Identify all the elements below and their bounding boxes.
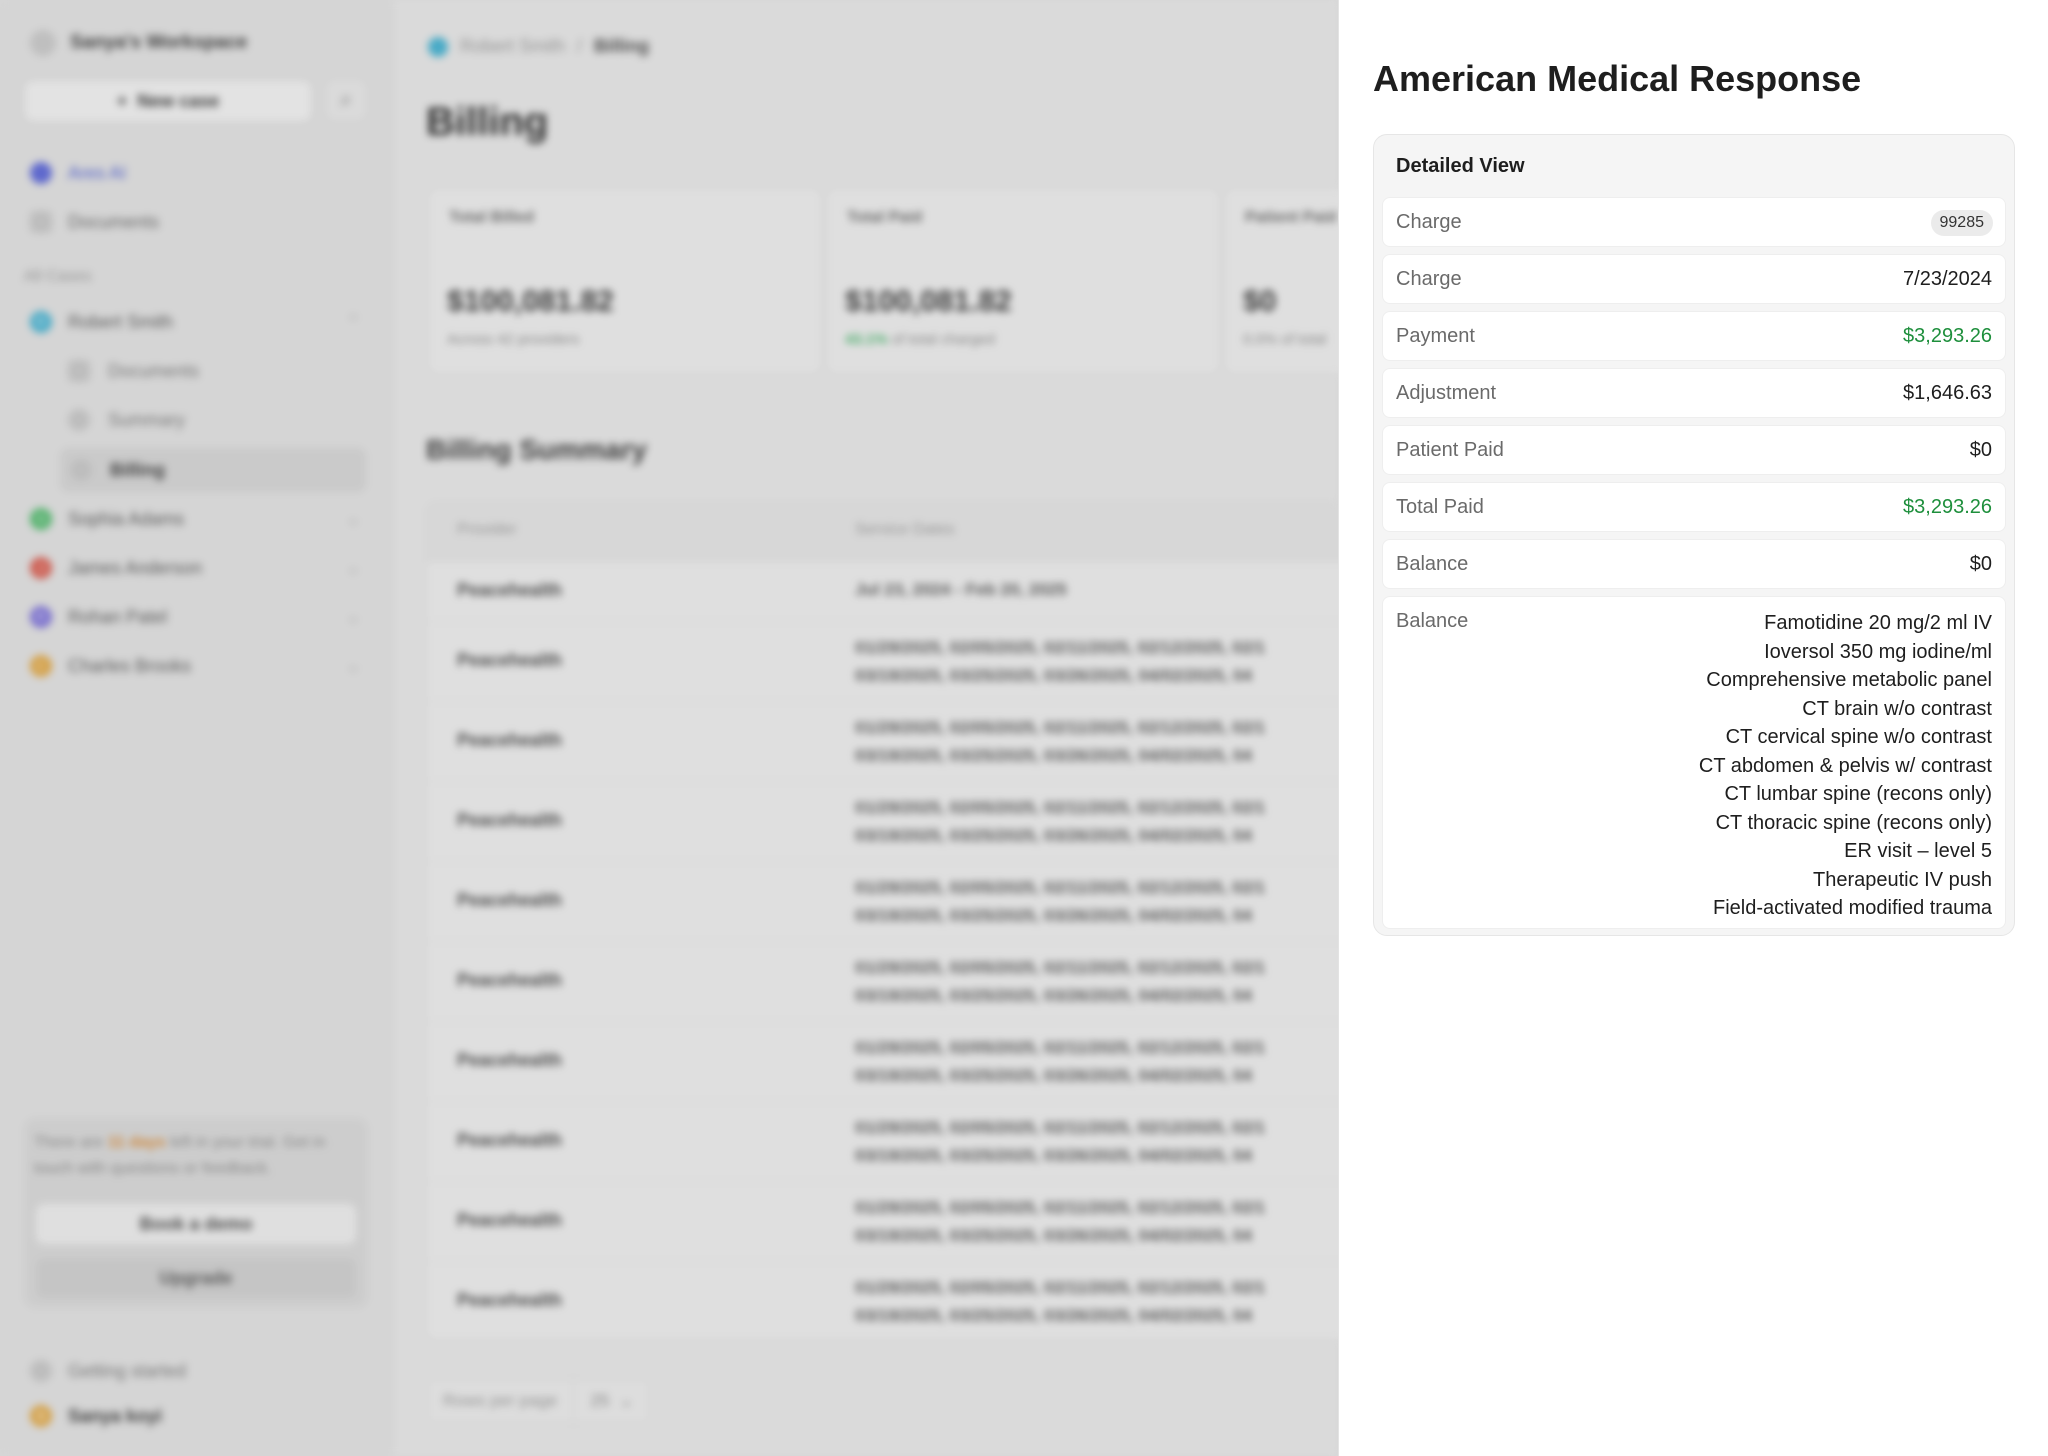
detail-row-charge-date: Charge 7/23/2024 xyxy=(1382,254,2006,304)
detail-row-line-items: Balance Famotidine 20 mg/2 ml IV Ioverso… xyxy=(1382,596,2006,929)
detail-panel: American Medical Response Detailed View … xyxy=(1338,0,2048,1456)
detail-label: Patient Paid xyxy=(1396,439,1504,461)
list-item: Famotidine 20 mg/2 ml IV xyxy=(1764,612,1992,634)
detail-row-total-paid: Total Paid $3,293.26 xyxy=(1382,482,2006,532)
detail-value: 7/23/2024 xyxy=(1903,268,1992,290)
list-item: Comprehensive metabolic panel xyxy=(1706,669,1992,691)
detail-label: Total Paid xyxy=(1396,496,1484,518)
list-item: Ioversol 350 mg iodine/ml xyxy=(1764,640,1992,663)
detail-value: $0 xyxy=(1969,553,1992,575)
list-item: CT cervical spine w/o contrast xyxy=(1725,726,1992,748)
detailed-view-heading: Detailed View xyxy=(1396,155,1525,177)
list-item: CT abdomen & pelvis w/ contrast xyxy=(1698,754,1992,777)
modal-overlay[interactable] xyxy=(0,0,1338,1456)
list-item: ER visit – level 5 xyxy=(1844,840,1992,862)
list-item: CT lumbar spine (recons only) xyxy=(1724,783,1992,805)
detail-label: Charge xyxy=(1396,268,1462,290)
charge-code-badge: 99285 xyxy=(1930,210,1993,236)
detail-label: Balance xyxy=(1396,610,1469,632)
detail-row-payment: Payment $3,293.26 xyxy=(1382,311,2006,361)
detail-row-patient-paid: Patient Paid $0 xyxy=(1382,425,2006,475)
list-item: Field-activated modified trauma xyxy=(1712,897,1992,919)
detail-label: Charge xyxy=(1396,211,1462,233)
detail-row-balance: Balance $0 xyxy=(1382,539,2006,589)
detail-label: Adjustment xyxy=(1396,382,1497,404)
detail-row-charge-code: Charge 99285 xyxy=(1382,197,2006,247)
line-item-list: Famotidine 20 mg/2 ml IV Ioversol 350 mg… xyxy=(1699,609,1992,923)
detail-value: $0 xyxy=(1969,439,1992,461)
detailed-view-card: Detailed View Charge 99285 Charge 7/23/2… xyxy=(1373,134,2015,936)
detail-value: $1,646.63 xyxy=(1903,382,1992,404)
detail-value: $3,293.26 xyxy=(1903,496,1992,518)
panel-title: American Medical Response xyxy=(1373,58,1862,99)
list-item: CT thoracic spine (recons only) xyxy=(1715,811,1992,834)
detail-label: Balance xyxy=(1396,553,1469,575)
detail-row-adjustment: Adjustment $1,646.63 xyxy=(1382,368,2006,418)
list-item: Therapeutic IV push xyxy=(1813,868,1992,891)
detail-value: $3,293.26 xyxy=(1903,325,1992,347)
list-item: CT brain w/o contrast xyxy=(1802,697,1992,720)
detail-label: Payment xyxy=(1396,325,1475,347)
